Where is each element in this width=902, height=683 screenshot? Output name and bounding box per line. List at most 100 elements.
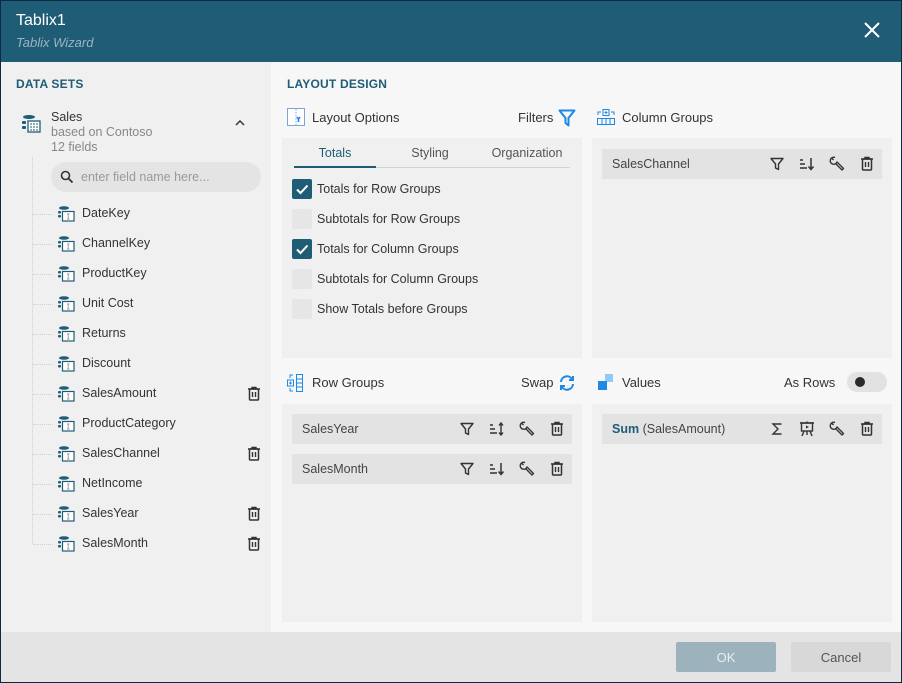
field-name: ChannelKey [82, 236, 151, 250]
tree-connector [33, 274, 53, 275]
field-name: ProductCategory [82, 416, 176, 430]
tree-connector [33, 334, 53, 335]
cancel-button[interactable]: Cancel [791, 642, 891, 672]
field-item[interactable]: ChannelKey [33, 232, 265, 256]
group-item[interactable]: SalesMonth [292, 454, 572, 484]
tab-organization[interactable]: Organization [484, 146, 570, 168]
field-icon [58, 416, 75, 432]
field-icon [58, 506, 75, 522]
value-name: Sum (SalesAmount) [612, 422, 725, 436]
group-name: SalesYear [302, 422, 359, 436]
value-item[interactable]: Sum (SalesAmount) [602, 414, 882, 444]
field-icon [58, 536, 75, 552]
wrench-icon[interactable] [519, 461, 535, 477]
field-item[interactable]: SalesYear [33, 502, 265, 526]
sort-descending-icon[interactable] [489, 461, 505, 477]
group-name: SalesMonth [302, 462, 369, 476]
layout-design-title: LAYOUT DESIGN [287, 77, 388, 91]
checkbox[interactable] [292, 269, 312, 289]
row-groups-panel: SalesYear SalesMonth [282, 404, 582, 622]
field-name: Returns [82, 326, 126, 340]
sort-descending-icon[interactable] [799, 156, 815, 172]
field-item[interactable]: Unit Cost [33, 292, 265, 316]
wrench-icon[interactable] [829, 421, 845, 437]
check-icon [296, 244, 309, 255]
field-name: Unit Cost [82, 296, 134, 310]
wrench-icon[interactable] [519, 421, 535, 437]
trash-icon[interactable] [550, 461, 566, 477]
layout-options-label: Layout Options [312, 110, 400, 125]
row-groups-label: Row Groups [312, 375, 385, 390]
layout-options-header: Layout Options Filters [287, 106, 577, 130]
tree-connector [33, 214, 53, 215]
field-item[interactable]: ProductKey [33, 262, 265, 286]
ok-button[interactable]: OK [676, 642, 776, 672]
filter-icon[interactable] [558, 109, 576, 127]
tablix-wizard-dialog: Tablix1 Tablix Wizard DATA SETS Sales ba… [1, 1, 901, 682]
values-label: Values [622, 375, 661, 390]
tab-styling[interactable]: Styling [389, 146, 471, 168]
field-item[interactable]: SalesChannel [33, 442, 265, 466]
field-item[interactable]: Returns [33, 322, 265, 346]
values-panel: Sum (SalesAmount) [592, 404, 892, 622]
field-name: NetIncome [82, 476, 143, 490]
close-icon [864, 22, 880, 38]
filter-icon[interactable] [459, 421, 475, 437]
data-sets-sidebar: DATA SETS Sales based on Contoso 12 fiel… [1, 62, 271, 632]
checkbox[interactable] [292, 299, 312, 319]
field-item[interactable]: Discount [33, 352, 265, 376]
trash-icon[interactable] [247, 386, 261, 401]
layout-options-icon [287, 108, 305, 126]
field-item[interactable]: ProductCategory [33, 412, 265, 436]
filter-icon[interactable] [769, 156, 785, 172]
swap-link[interactable]: Swap [521, 375, 554, 390]
trash-icon[interactable] [550, 421, 566, 437]
field-item[interactable]: NetIncome [33, 472, 265, 496]
filters-link[interactable]: Filters [518, 110, 553, 125]
dataset-icon [22, 115, 41, 133]
field-icon [58, 476, 75, 492]
trash-icon[interactable] [247, 506, 261, 521]
field-item[interactable]: DateKey [33, 202, 265, 226]
trash-icon[interactable] [860, 421, 876, 437]
dataset-name: Sales [51, 110, 83, 124]
column-groups-header: Column Groups [597, 106, 887, 130]
group-item[interactable]: SalesChannel [602, 149, 882, 179]
filter-icon[interactable] [459, 461, 475, 477]
checkbox[interactable] [292, 209, 312, 229]
close-button[interactable] [861, 19, 883, 41]
field-search-input[interactable] [81, 162, 251, 192]
field-icon [58, 206, 75, 222]
row-groups-icon [287, 374, 303, 392]
trash-icon[interactable] [247, 446, 261, 461]
field-name: SalesMonth [82, 536, 149, 550]
tree-connector [33, 484, 53, 485]
row-groups-header: Row Groups Swap [287, 371, 577, 395]
checkbox[interactable] [292, 179, 312, 199]
presentation-icon[interactable] [799, 421, 815, 437]
field-name: Discount [82, 356, 131, 370]
sort-icon[interactable] [489, 421, 505, 437]
tree-connector [33, 544, 53, 545]
sigma-icon[interactable] [769, 421, 785, 437]
group-item[interactable]: SalesYear [292, 414, 572, 444]
field-item[interactable]: SalesMonth [33, 532, 265, 556]
checkbox[interactable] [292, 239, 312, 259]
tab-totals[interactable]: Totals [294, 146, 376, 168]
wrench-icon[interactable] [829, 156, 845, 172]
swap-icon[interactable] [558, 374, 576, 392]
collapse-dataset-button[interactable] [233, 116, 247, 130]
as-rows-toggle[interactable] [847, 372, 887, 392]
trash-icon[interactable] [860, 156, 876, 172]
column-groups-label: Column Groups [622, 110, 714, 125]
values-icon [598, 374, 613, 390]
tree-connector [33, 424, 53, 425]
toggle-knob [855, 377, 865, 387]
field-name: DateKey [82, 206, 130, 220]
dialog-footer: OK Cancel [1, 632, 901, 682]
trash-icon[interactable] [247, 536, 261, 551]
field-icon [58, 326, 75, 342]
group-name: SalesChannel [612, 157, 690, 171]
layout-options-panel: Totals Styling Organization Totals for R… [282, 138, 582, 358]
field-item[interactable]: SalesAmount [33, 382, 265, 406]
